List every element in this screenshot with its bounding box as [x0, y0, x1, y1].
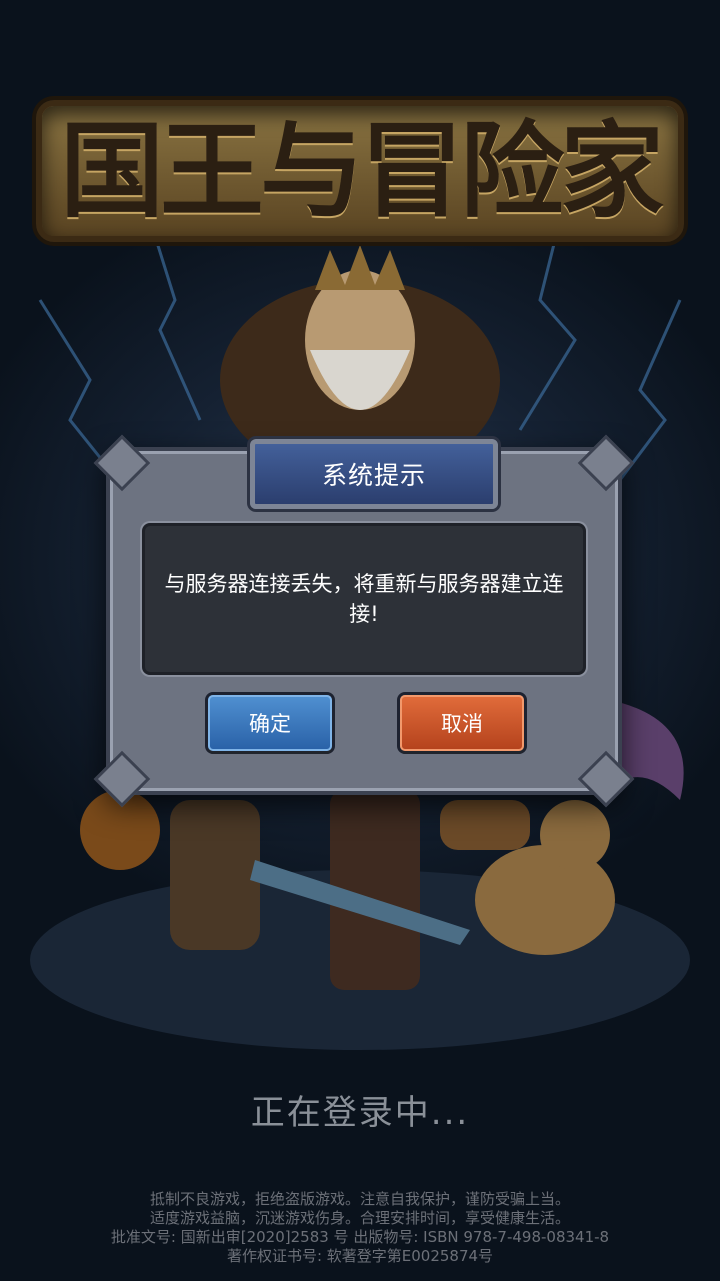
game-logo-text: 国王与冒险家 [35, 100, 684, 242]
dialog-message: 与服务器连接丢失，将重新与服务器建立连接! [164, 572, 564, 626]
login-status: 正在登录中... [250, 1093, 470, 1133]
message-box: 与服务器连接丢失，将重新与服务器建立连接! [142, 523, 586, 675]
game-logo: 国王与冒险家 [0, 100, 720, 242]
footer-notice: 抵制不良游戏，拒绝盗版游戏。注意自我保护，谨防受骗上当。 适度游戏益脑，沉迷游戏… [0, 1190, 720, 1266]
footer-line-3: 批准文号: 国新出审[2020]2583 号 出版物号: ISBN 978-7-… [110, 1228, 610, 1246]
system-prompt-dialog: 系统提示 与服务器连接丢失，将重新与服务器建立连接! 确定 取消 [93, 434, 635, 808]
footer-line-2: 适度游戏益脑，沉迷游戏伤身。合理安排时间，享受健康生活。 [149, 1209, 570, 1227]
confirm-button[interactable]: 确定 [208, 695, 332, 751]
footer-line-1: 抵制不良游戏，拒绝盗版游戏。注意自我保护，谨防受骗上当。 [149, 1190, 570, 1208]
cancel-button-label: 取消 [441, 712, 483, 736]
confirm-button-label: 确定 [249, 712, 291, 736]
cancel-button[interactable]: 取消 [400, 695, 524, 751]
dialog-header: 系统提示 [250, 439, 498, 509]
footer-line-4: 著作权证书号: 软著登字第E0025874号 [226, 1247, 494, 1265]
dialog-title: 系统提示 [321, 461, 426, 490]
